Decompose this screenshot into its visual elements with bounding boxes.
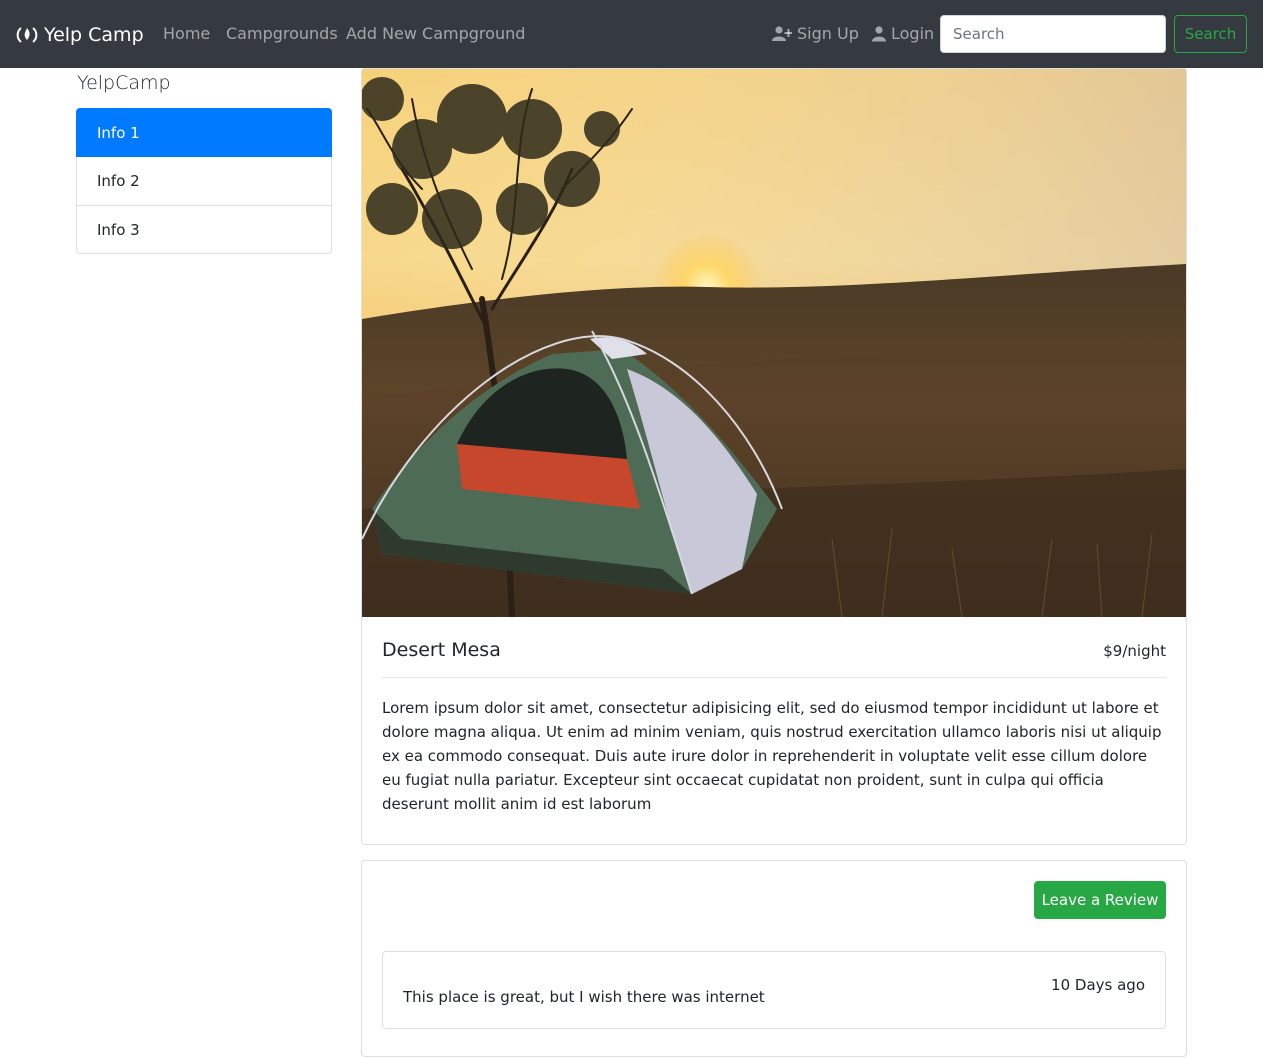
user-plus-icon [772, 25, 792, 41]
navbar: Yelp Camp Home Campgrounds Add New Campg… [0, 0, 1263, 68]
sidebar-item-info-3[interactable]: Info 3 [76, 206, 332, 254]
sign-up-label: Sign Up [797, 24, 859, 43]
user-icon [872, 25, 886, 41]
review-time: 10 Days ago [1051, 976, 1145, 994]
nav-campgrounds[interactable]: Campgrounds [226, 24, 338, 43]
nav-sign-up[interactable]: Sign Up [772, 24, 859, 43]
campground-name: Desert Mesa [382, 639, 501, 661]
sidebar-item-info-2[interactable]: Info 2 [76, 157, 332, 206]
campground-card: Desert Mesa $9/night Lorem ipsum dolor s… [361, 68, 1187, 845]
sidebar-item-info-1[interactable]: Info 1 [76, 108, 332, 157]
review-text: This place is great, but I wish there wa… [403, 988, 765, 1006]
campground-description: Lorem ipsum dolor sit amet, consectetur … [382, 699, 1162, 813]
sidebar-list: Info 1 Info 2 Info 3 [76, 108, 332, 254]
login-label: Login [891, 24, 935, 43]
sidebar-title: YelpCamp [77, 72, 171, 94]
nav-login[interactable]: Login [872, 24, 934, 43]
search-button[interactable]: Search [1174, 15, 1247, 53]
review-item: This place is great, but I wish there wa… [382, 951, 1166, 1029]
search-input[interactable] [940, 15, 1166, 53]
brand-link[interactable]: Yelp Camp [16, 20, 144, 50]
leave-review-button[interactable]: Leave a Review [1034, 881, 1166, 919]
divider [382, 677, 1166, 678]
brand-text: Yelp Camp [44, 24, 144, 46]
reviews-card: Leave a Review This place is great, but … [361, 860, 1187, 1057]
campground-price: $9/night [1103, 642, 1166, 660]
campfire-icon [16, 27, 38, 43]
nav-home[interactable]: Home [163, 24, 210, 43]
campground-image [362, 69, 1186, 617]
nav-add-campground[interactable]: Add New Campground [346, 24, 525, 43]
